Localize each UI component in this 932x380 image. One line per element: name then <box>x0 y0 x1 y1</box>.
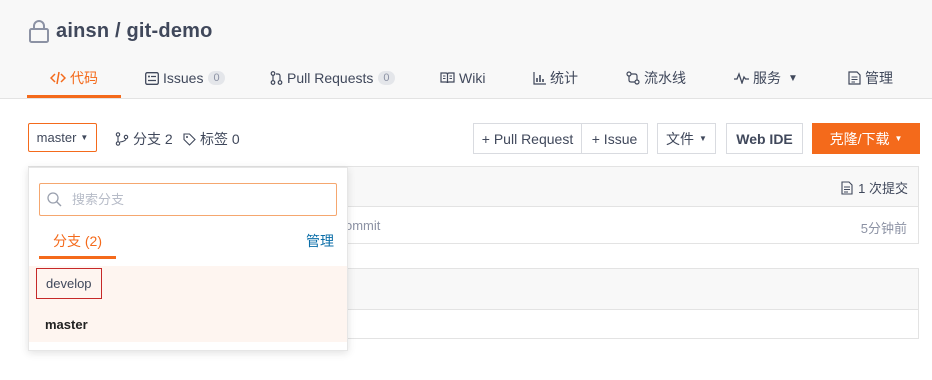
tab-label: 服务 <box>753 70 781 86</box>
pull-requests-count-badge: 0 <box>378 71 395 85</box>
commits-icon <box>841 180 853 195</box>
web-ide-label: Web IDE <box>736 130 793 147</box>
branch-item-master[interactable]: master <box>45 317 88 332</box>
tab-label: Issues <box>163 70 204 86</box>
clone-download-label: 克隆/下载 <box>829 130 890 147</box>
branches-count: 分支 2 <box>133 131 173 147</box>
tab-label: 流水线 <box>644 70 686 86</box>
issues-count-badge: 0 <box>208 71 225 85</box>
lock-icon <box>29 20 49 43</box>
code-icon <box>50 71 66 85</box>
tags-count: 标签 0 <box>200 131 240 147</box>
caret-down-icon: ▼ <box>80 133 89 142</box>
new-issue-label: + Issue <box>591 130 638 147</box>
search-icon <box>47 192 62 207</box>
repo-name[interactable]: ainsn / git-demo <box>56 20 213 43</box>
pipeline-icon <box>626 71 640 85</box>
branch-selector-label: master <box>36 130 77 145</box>
tab-issues[interactable]: Issues 0 <box>145 60 225 96</box>
commit-time: 5分钟前 <box>860 221 907 236</box>
branch-search-input[interactable] <box>72 189 327 210</box>
file-menu-button[interactable]: 文件 ▼ <box>657 123 716 154</box>
branch-item-develop[interactable]: develop <box>36 268 102 299</box>
new-pull-request-button[interactable]: + Pull Request <box>473 123 582 154</box>
issue-icon <box>145 71 159 85</box>
tab-label: Pull Requests <box>287 70 374 86</box>
chevron-down-icon: ▼ <box>788 72 798 84</box>
tab-manage[interactable]: 管理 <box>848 60 893 96</box>
tags-link[interactable]: 标签 0 <box>183 129 240 149</box>
caret-down-icon: ▼ <box>894 134 903 143</box>
pull-request-icon <box>270 71 283 85</box>
branch-dropdown: 分支 (2) 管理 develop master <box>28 167 348 351</box>
tab-wiki[interactable]: Wiki <box>440 60 485 96</box>
tab-pipeline[interactable]: 流水线 <box>626 60 686 96</box>
commit-count-link[interactable]: 1 次提交 <box>841 178 908 197</box>
branch-icon <box>115 132 129 146</box>
dropdown-tab-label: 分支 (2) <box>53 232 102 249</box>
tab-code[interactable]: 代码 <box>27 60 121 98</box>
tab-statistics[interactable]: 统计 <box>533 60 578 96</box>
tab-label: 代码 <box>70 69 98 86</box>
document-icon <box>848 71 861 85</box>
pulse-icon <box>734 72 749 84</box>
new-pull-request-label: + Pull Request <box>481 130 574 147</box>
tab-label: 管理 <box>865 70 893 86</box>
commit-message[interactable]: ommit <box>345 218 380 233</box>
repo-title: ainsn / git-demo <box>28 17 213 45</box>
caret-down-icon: ▼ <box>699 134 707 143</box>
dropdown-tab-branches[interactable]: 分支 (2) <box>39 225 116 259</box>
manage-branches-link[interactable]: 管理 <box>306 231 334 251</box>
tab-label: Wiki <box>459 70 486 86</box>
new-issue-button[interactable]: + Issue <box>581 123 648 154</box>
clone-download-button[interactable]: 克隆/下载 ▼ <box>812 123 920 154</box>
branch-selector[interactable]: master ▼ <box>28 123 97 152</box>
file-menu-label: 文件 <box>666 130 695 147</box>
branch-list: develop master <box>29 266 347 342</box>
commit-count: 1 次提交 <box>858 181 908 196</box>
tab-label: 统计 <box>550 70 578 86</box>
branch-search-box[interactable] <box>39 183 337 216</box>
tag-icon <box>183 132 196 146</box>
tab-pull-requests[interactable]: Pull Requests 0 <box>270 60 395 96</box>
tab-services[interactable]: 服务 ▼ <box>734 60 798 96</box>
bar-chart-icon <box>533 71 546 85</box>
book-icon <box>440 72 455 84</box>
branches-link[interactable]: 分支 2 <box>115 129 173 149</box>
web-ide-button[interactable]: Web IDE <box>726 123 803 154</box>
